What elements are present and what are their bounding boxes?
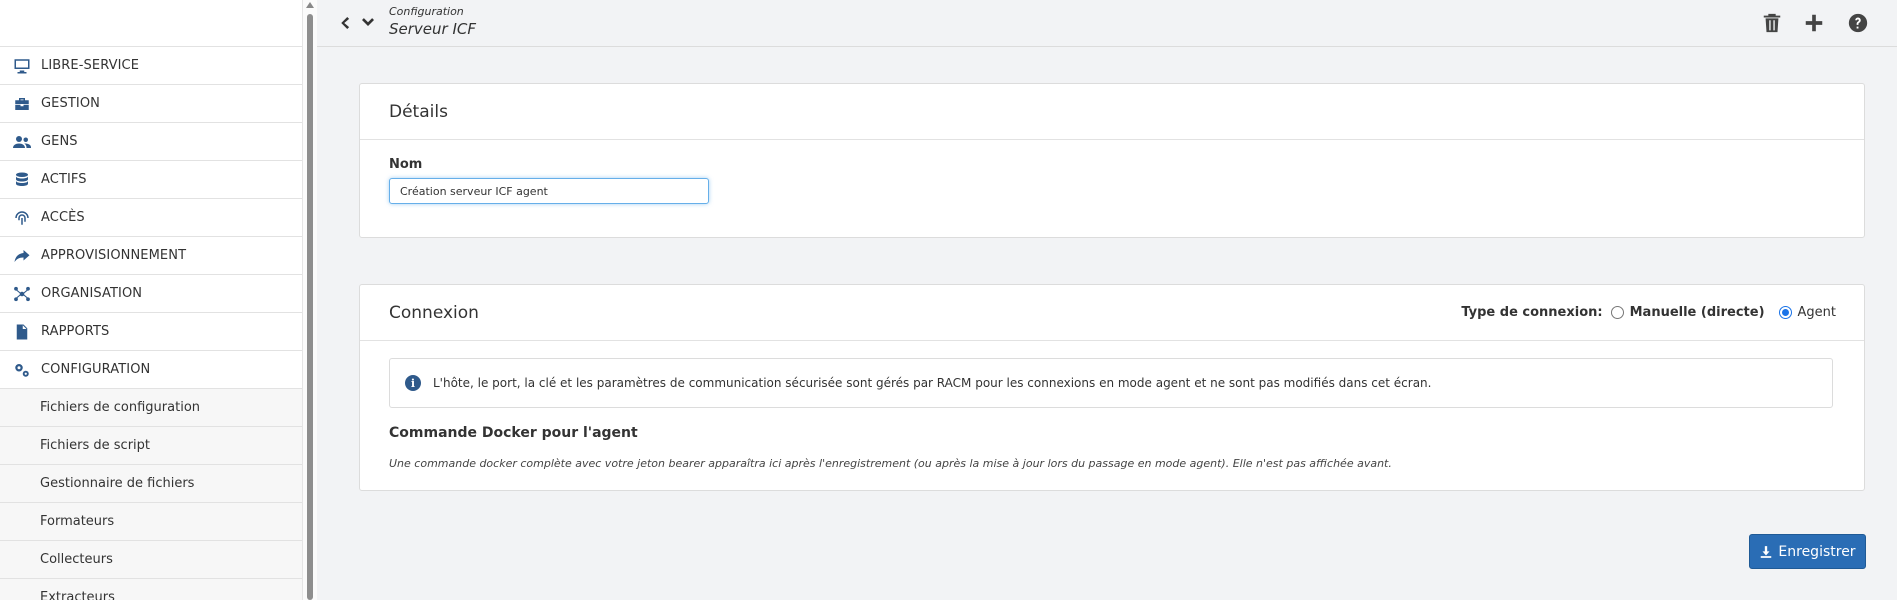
sidebar-item-label: APPROVISIONNEMENT — [41, 248, 187, 263]
file-icon — [13, 323, 35, 341]
page-header: Configuration Serveur ICF — [317, 0, 1897, 47]
add-button[interactable] — [1803, 12, 1825, 34]
page-title: Serveur ICF — [389, 20, 476, 38]
save-button[interactable]: Enregistrer — [1749, 534, 1866, 569]
save-button-label: Enregistrer — [1778, 543, 1856, 560]
users-icon — [13, 133, 35, 151]
sidebar-item-organisation[interactable]: ORGANISATION — [0, 275, 302, 313]
sidebar-item-acces[interactable]: ACCÈS — [0, 199, 302, 237]
radio-agent-label[interactable]: Agent — [1798, 305, 1836, 320]
sidebar-scrollbar[interactable] — [302, 0, 317, 600]
info-text: L'hôte, le port, la clé et les paramètre… — [433, 376, 1432, 390]
sidebar-item-label: CONFIGURATION — [41, 362, 151, 377]
sidebar-item-configuration[interactable]: CONFIGURATION — [0, 351, 302, 389]
sidebar-subitem-fichiers-script[interactable]: Fichiers de script — [0, 427, 302, 465]
sidebar-item-label: LIBRE-SERVICE — [41, 58, 140, 73]
back-button[interactable] — [336, 14, 354, 32]
sidebar-item-rapports[interactable]: RAPPORTS — [0, 313, 302, 351]
sidebar-item-label: ACTIFS — [41, 172, 87, 187]
radio-manual-label[interactable]: Manuelle (directe) — [1630, 305, 1765, 320]
sidebar: LIBRE-SERVICE GESTION GENS ACTIFS ACCÈS … — [0, 0, 303, 600]
connection-type-label: Type de connexion: — [1461, 305, 1603, 320]
sidebar-item-libre-service[interactable]: LIBRE-SERVICE — [0, 47, 302, 85]
details-panel-header: Détails — [360, 84, 1864, 140]
connection-type-group: Type de connexion: Manuelle (directe) Ag… — [1461, 305, 1836, 320]
breadcrumb[interactable]: Configuration — [389, 5, 464, 18]
sidebar-item-gestion[interactable]: GESTION — [0, 85, 302, 123]
question-circle-icon — [1848, 13, 1868, 33]
chevron-left-icon — [341, 17, 350, 29]
network-icon — [13, 285, 35, 303]
sidebar-subitem-collecteurs[interactable]: Collecteurs — [0, 541, 302, 579]
docker-command-description: Une commande docker complète avec votre … — [389, 457, 1392, 470]
sidebar-subitem-fichiers-configuration[interactable]: Fichiers de configuration — [0, 389, 302, 427]
delete-button[interactable] — [1761, 12, 1783, 34]
name-input[interactable] — [389, 178, 709, 204]
radio-manual[interactable] — [1610, 306, 1624, 319]
sidebar-item-approvisionnement[interactable]: APPROVISIONNEMENT — [0, 237, 302, 275]
dropdown-button[interactable] — [359, 14, 377, 32]
toolbox-icon — [13, 95, 35, 113]
sidebar-subitem-formateurs[interactable]: Formateurs — [0, 503, 302, 541]
connexion-title: Connexion — [389, 303, 479, 323]
connexion-panel-header: Connexion Type de connexion: Manuelle (d… — [360, 285, 1864, 341]
help-button[interactable] — [1847, 12, 1869, 34]
details-panel: Détails Nom — [359, 83, 1865, 238]
sidebar-subitem-gestionnaire-fichiers[interactable]: Gestionnaire de fichiers — [0, 465, 302, 503]
name-label: Nom — [389, 157, 423, 172]
sidebar-top-gap — [0, 0, 302, 47]
sidebar-item-label: GENS — [41, 134, 78, 149]
docker-command-title: Commande Docker pour l'agent — [389, 425, 638, 441]
plus-icon — [1805, 14, 1823, 32]
chevron-down-icon — [362, 18, 374, 26]
sidebar-subitem-extracteurs[interactable]: Extracteurs — [0, 579, 302, 600]
info-icon: i — [405, 375, 421, 391]
sidebar-item-label: ACCÈS — [41, 210, 85, 225]
scrollbar-thumb[interactable] — [307, 14, 313, 600]
gears-icon — [13, 361, 35, 379]
sidebar-item-label: GESTION — [41, 96, 100, 111]
database-icon — [13, 171, 35, 189]
download-icon — [1761, 545, 1772, 558]
monitor-icon — [13, 57, 35, 75]
info-alert: i L'hôte, le port, la clé et les paramèt… — [389, 358, 1833, 408]
connexion-panel: Connexion Type de connexion: Manuelle (d… — [359, 284, 1865, 491]
trash-icon — [1763, 13, 1781, 33]
sidebar-item-actifs[interactable]: ACTIFS — [0, 161, 302, 199]
radio-agent[interactable] — [1778, 306, 1792, 319]
scroll-up-arrow-icon[interactable] — [306, 2, 314, 8]
details-title: Détails — [389, 102, 448, 122]
sidebar-item-label: ORGANISATION — [41, 286, 143, 301]
sidebar-item-gens[interactable]: GENS — [0, 123, 302, 161]
fingerprint-icon — [13, 209, 35, 227]
share-icon — [13, 247, 35, 265]
sidebar-item-label: RAPPORTS — [41, 324, 110, 339]
